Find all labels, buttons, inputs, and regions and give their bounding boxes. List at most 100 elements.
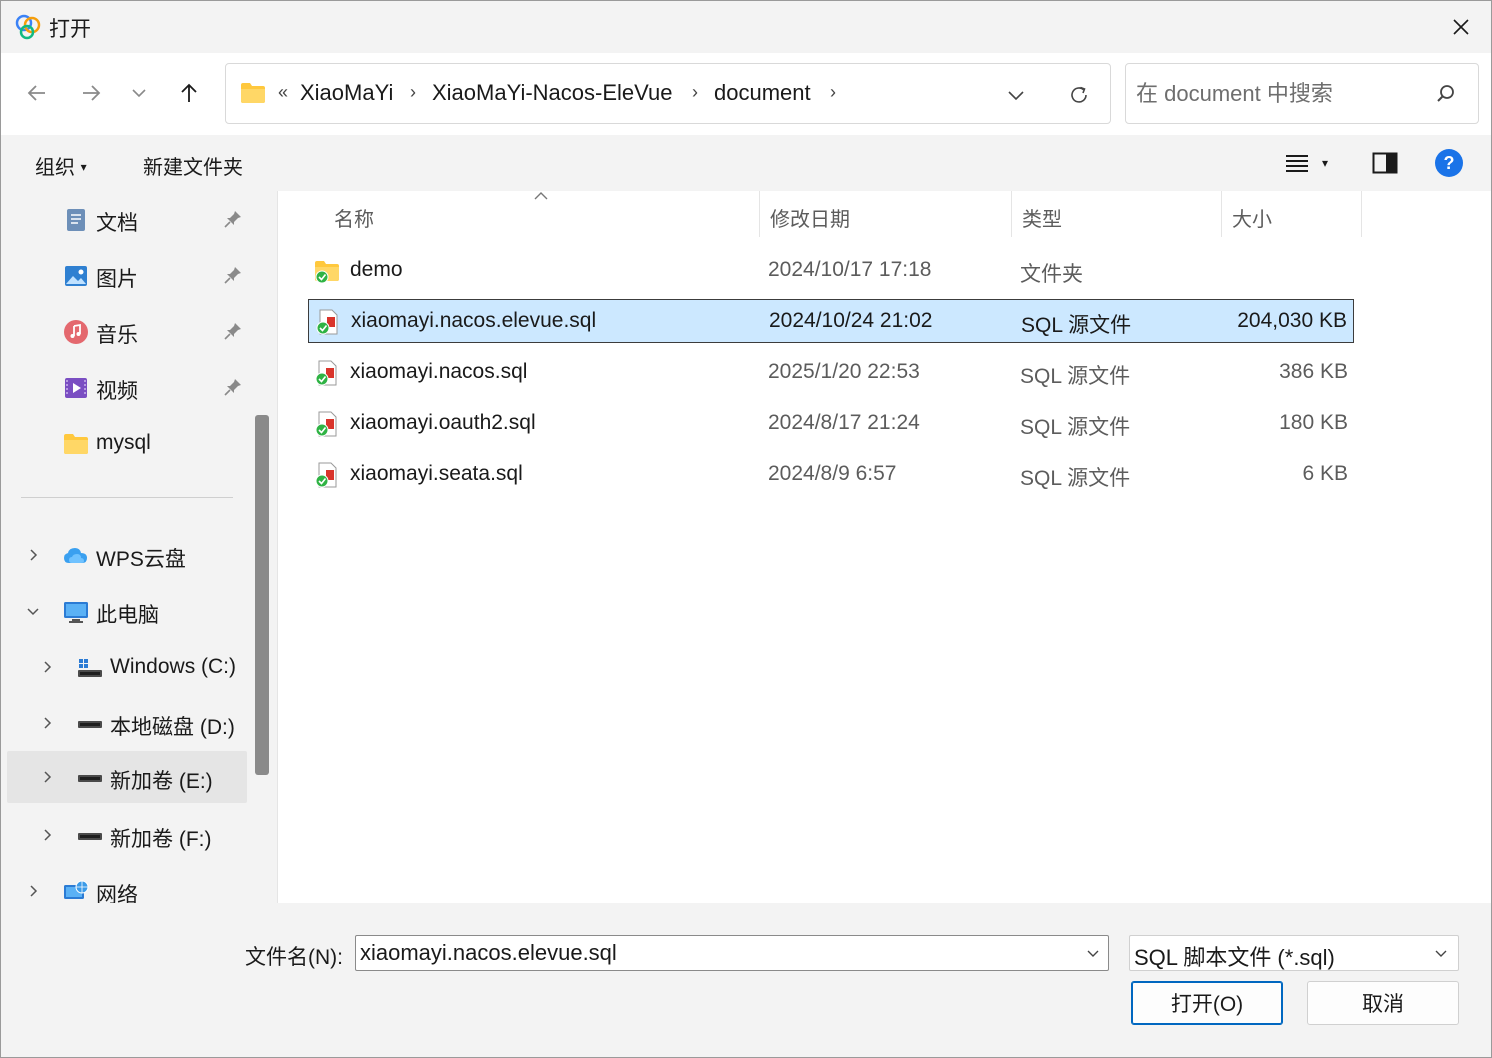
expander-expanded[interactable]: [23, 601, 43, 621]
preview-pane-button[interactable]: [1369, 147, 1401, 179]
pin-icon[interactable]: [223, 321, 243, 341]
app-icon: [15, 14, 41, 40]
organize-menu[interactable]: 组织 ▾: [35, 151, 87, 180]
expander-collapsed[interactable]: [37, 825, 57, 845]
sidebar-item-label: 图片: [96, 268, 138, 291]
open-button[interactable]: 打开(O): [1131, 981, 1283, 1025]
close-button[interactable]: [1431, 1, 1491, 53]
sidebar-item-label: 本地磁盘 (D:): [110, 716, 235, 739]
network-icon: [64, 880, 89, 899]
chevron-right-icon: [30, 549, 38, 561]
chevron-down-icon[interactable]: [1084, 944, 1102, 962]
cancel-button[interactable]: 取消: [1307, 981, 1459, 1025]
pin-icon[interactable]: [223, 377, 243, 397]
filename-combobox[interactable]: [355, 935, 1109, 971]
arrow-right-icon: [83, 85, 101, 101]
expander-collapsed[interactable]: [23, 881, 43, 901]
file-row-demo[interactable]: demo 2024/10/17 17:18 文件夹: [308, 249, 1354, 293]
expander-collapsed[interactable]: [37, 657, 57, 677]
column-header-type[interactable]: 类型: [1012, 191, 1222, 237]
caret-down-icon: ▾: [80, 160, 87, 174]
chevron-right-icon: [44, 771, 52, 783]
folder-icon: [241, 83, 265, 103]
file-size: 6 KB: [1302, 462, 1348, 485]
filename-input[interactable]: [360, 938, 1060, 968]
sql-file-icon: [315, 411, 337, 437]
file-row-seata[interactable]: xiaomayi.seata.sql 2024/8/9 6:57 SQL 源文件…: [308, 453, 1354, 497]
new-folder-button[interactable]: 新建文件夹: [143, 151, 243, 180]
file-row-nacos-elevue[interactable]: xiaomayi.nacos.elevue.sql 2024/10/24 21:…: [308, 299, 1354, 343]
address-bar[interactable]: « XiaoMaYi › XiaoMaYi-Nacos-EleVue › doc…: [225, 63, 1111, 124]
file-date: 2024/10/17 17:18: [768, 258, 932, 281]
sql-file-icon: [315, 462, 337, 488]
sidebar-item-pictures[interactable]: 图片: [7, 249, 247, 301]
file-row-oauth2[interactable]: xiaomayi.oauth2.sql 2024/8/17 21:24 SQL …: [308, 402, 1354, 446]
drive-icon: [78, 833, 102, 840]
chevron-down-icon: [132, 89, 146, 98]
filetype-select[interactable]: SQL 脚本文件 (*.sql): [1129, 935, 1459, 971]
expander-collapsed[interactable]: [37, 713, 57, 733]
column-header-name[interactable]: 名称: [278, 191, 760, 237]
pin-icon[interactable]: [223, 209, 243, 229]
forward-button[interactable]: [71, 73, 111, 113]
sidebar-item-documents[interactable]: 文档: [7, 193, 247, 245]
sidebar-divider: [21, 497, 233, 498]
view-dropdown-button[interactable]: ▾: [1315, 147, 1335, 179]
expander-collapsed[interactable]: [23, 545, 43, 565]
expander-collapsed[interactable]: [37, 767, 57, 787]
file-name: xiaomayi.oauth2.sql: [350, 411, 536, 434]
breadcrumb-nacos-elevue[interactable]: XiaoMaYi-Nacos-EleVue: [432, 80, 672, 106]
help-button[interactable]: ?: [1433, 147, 1465, 179]
chevron-right-icon: [44, 717, 52, 729]
sidebar-item-drive-e[interactable]: 新加卷 (E:): [7, 751, 247, 803]
navigation-pane: 文档 图片 音乐 视频 mysql WPS云盘 此电脑 Windows (C:)…: [1, 191, 277, 903]
file-date: 2025/1/20 22:53: [768, 360, 920, 383]
back-button[interactable]: [17, 73, 57, 113]
sidebar-scrollbar[interactable]: [255, 415, 269, 775]
sidebar-item-mysql[interactable]: mysql: [7, 417, 247, 469]
folder-icon: [315, 261, 339, 284]
file-date: 2024/8/9 6:57: [768, 462, 897, 485]
breadcrumb-document[interactable]: document: [714, 80, 811, 106]
sql-file-icon: [316, 309, 338, 335]
file-row-nacos[interactable]: xiaomayi.nacos.sql 2025/1/20 22:53 SQL 源…: [308, 351, 1354, 395]
search-input[interactable]: [1136, 78, 1426, 110]
search-icon[interactable]: [1434, 82, 1458, 106]
sql-file-icon: [315, 360, 337, 386]
scrollbar-thumb[interactable]: [255, 415, 269, 775]
search-box[interactable]: [1125, 63, 1479, 124]
column-header-size[interactable]: 大小: [1222, 191, 1362, 237]
refresh-button[interactable]: [1064, 80, 1094, 110]
chevron-right-icon: [44, 829, 52, 841]
chevron-right-icon: [30, 885, 38, 897]
file-name: xiaomayi.nacos.sql: [350, 360, 528, 383]
column-header-date[interactable]: 修改日期: [760, 191, 1012, 237]
address-history-dropdown[interactable]: [1002, 82, 1030, 108]
address-overflow[interactable]: «: [278, 82, 288, 103]
file-type: 文件夹: [1020, 263, 1083, 286]
chevron-down-icon: [1435, 950, 1447, 957]
file-type: SQL 源文件: [1020, 467, 1131, 490]
help-icon: ?: [1435, 149, 1463, 177]
sidebar-item-drive-d[interactable]: 本地磁盘 (D:): [7, 697, 247, 749]
sidebar-item-drive-f[interactable]: 新加卷 (F:): [7, 809, 247, 861]
breadcrumb-xiaomayi[interactable]: XiaoMaYi: [300, 80, 393, 106]
chevron-right-icon[interactable]: ›: [410, 82, 416, 103]
chevron-right-icon[interactable]: ›: [830, 82, 836, 103]
sidebar-item-wps-cloud[interactable]: WPS云盘: [7, 529, 247, 581]
recent-locations-button[interactable]: [119, 73, 159, 113]
sidebar-item-music[interactable]: 音乐: [7, 305, 247, 357]
sidebar-item-this-pc[interactable]: 此电脑: [7, 585, 247, 637]
sidebar-item-label: 视频: [96, 380, 138, 403]
chevron-right-icon[interactable]: ›: [692, 82, 698, 103]
file-name: xiaomayi.nacos.elevue.sql: [351, 309, 597, 332]
up-button[interactable]: [169, 73, 209, 113]
sidebar-item-videos[interactable]: 视频: [7, 361, 247, 413]
file-type: SQL 源文件: [1020, 365, 1131, 388]
sidebar-item-drive-c[interactable]: Windows (C:): [7, 641, 247, 693]
windows-drive-icon: [78, 659, 102, 677]
pin-icon[interactable]: [223, 265, 243, 285]
view-options-button[interactable]: [1281, 147, 1313, 179]
sidebar-item-label: 此电脑: [96, 604, 159, 627]
sidebar-item-network[interactable]: 网络: [7, 865, 247, 903]
